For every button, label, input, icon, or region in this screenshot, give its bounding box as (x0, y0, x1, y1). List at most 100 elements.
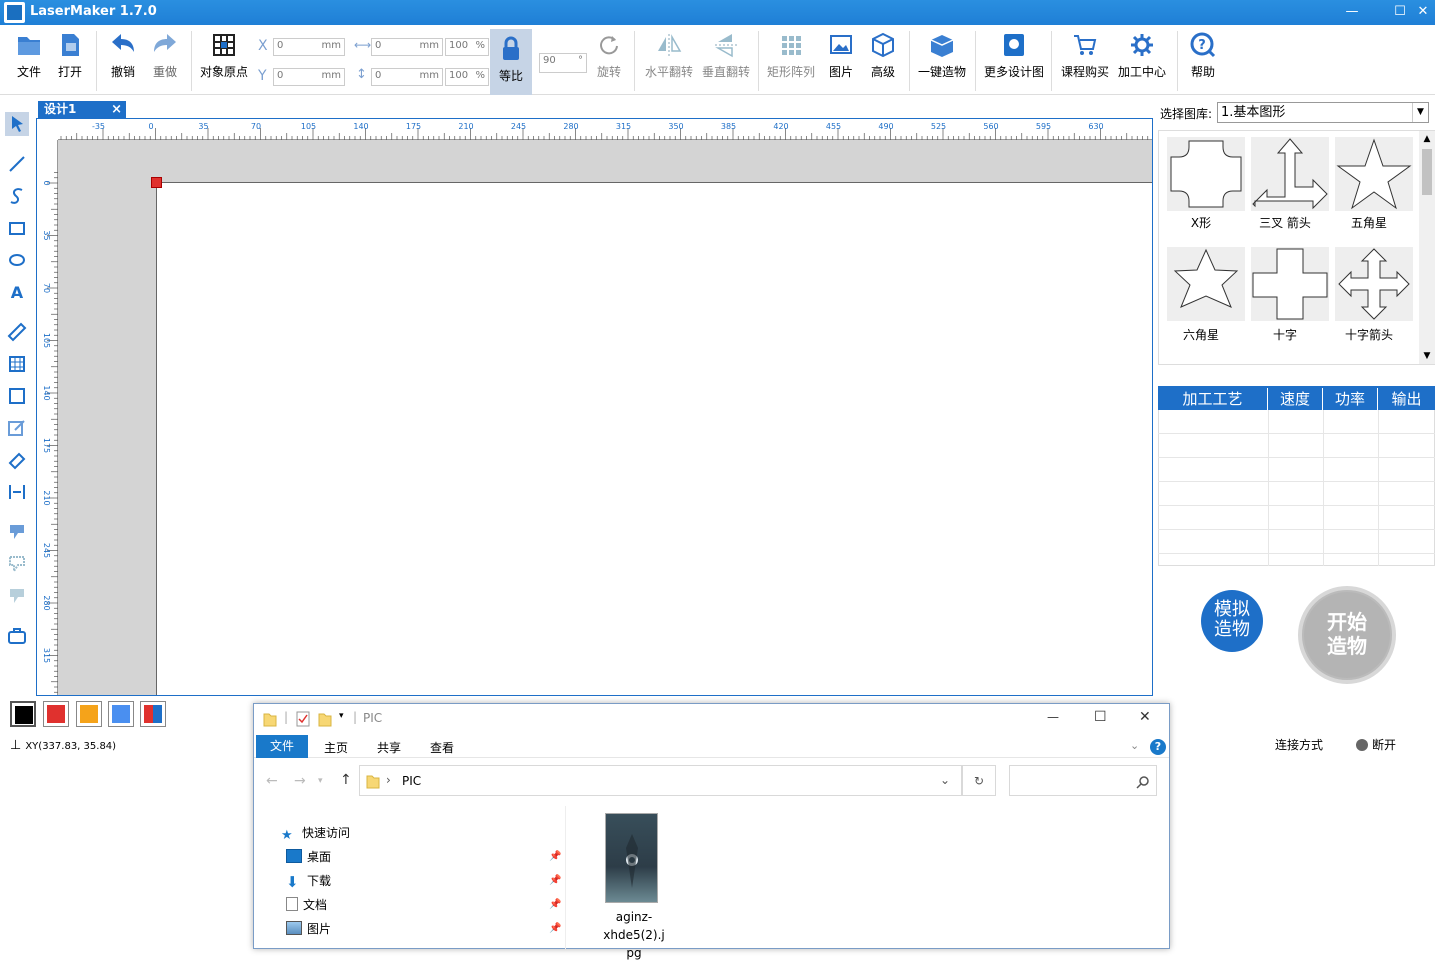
rectangle-tool[interactable] (5, 216, 29, 240)
measure-tool[interactable] (5, 320, 29, 344)
shape-cross[interactable] (1251, 247, 1329, 321)
color-swatch-orange[interactable] (76, 701, 102, 727)
file-name[interactable]: aginz-xhde5(2).j pg (585, 908, 683, 962)
explorer-close-button[interactable]: ✕ (1139, 709, 1151, 725)
color-swatch-multi[interactable] (140, 701, 166, 727)
maximize-button[interactable]: ☐ (1390, 3, 1410, 21)
object-origin-button[interactable]: 对象原点 (196, 31, 252, 89)
up-icon[interactable]: ↑ (340, 772, 352, 788)
quick-access-dropdown-icon[interactable]: ▾ (339, 711, 344, 721)
nav-item-pictures[interactable]: 图片 (286, 920, 331, 937)
connection-mode[interactable]: 连接方式 (1275, 736, 1323, 753)
scroll-thumb[interactable] (1422, 149, 1432, 195)
table-row[interactable] (1158, 530, 1435, 554)
scroll-up-icon[interactable]: ▲ (1419, 131, 1435, 147)
text-tool[interactable]: A (5, 280, 29, 304)
edit-tool[interactable] (5, 416, 29, 440)
horizontal-flip-button[interactable]: 水平翻转 (641, 31, 697, 89)
shape-x[interactable] (1167, 137, 1245, 211)
width-input[interactable]: 0 mm (371, 38, 443, 56)
undo-button[interactable]: 撤销 (104, 31, 142, 89)
height-percent-input[interactable]: 100% (445, 68, 489, 86)
help-button[interactable]: ? 帮助 (1183, 31, 1223, 89)
explorer-maximize-button[interactable]: ☐ (1094, 709, 1107, 725)
more-designs-button[interactable]: 更多设计图 (980, 31, 1048, 89)
pin-icon[interactable]: 📌 (549, 875, 561, 886)
advanced-button[interactable]: 高级 (864, 31, 902, 89)
nav-item-documents[interactable]: 文档 (286, 896, 327, 913)
start-button[interactable]: 开始 造物 (1298, 586, 1396, 684)
pin-icon[interactable]: 📌 (549, 851, 561, 862)
design-canvas[interactable] (156, 182, 1152, 695)
ribbon-tab-view[interactable]: 查看 (430, 739, 454, 756)
tab-design1[interactable]: 设计1 × (38, 101, 126, 119)
lock-ratio-button[interactable]: 等比 (490, 29, 532, 95)
table-row[interactable] (1158, 458, 1435, 482)
oneclick-make-button[interactable]: 一键造物 (914, 31, 970, 89)
x-position-input[interactable]: 0 mm (273, 38, 345, 56)
redo-button[interactable]: 重做 (146, 31, 184, 89)
table-row[interactable] (1158, 434, 1435, 458)
rect-array-button[interactable]: 矩形阵列 (764, 31, 818, 89)
tab-close-icon[interactable]: × (111, 101, 122, 118)
ribbon-tab-home[interactable]: 主页 (324, 739, 348, 756)
ribbon-tab-share[interactable]: 共享 (377, 739, 401, 756)
table-tool[interactable] (5, 352, 29, 376)
nav-item-quick-access[interactable]: ★ 快速访问 (281, 824, 350, 843)
trim-tool[interactable] (5, 552, 29, 576)
address-bar[interactable]: › PIC ⌄ (359, 765, 962, 796)
ribbon-tab-file[interactable]: 文件 (256, 735, 308, 758)
back-icon[interactable]: ← (266, 773, 278, 789)
color-swatch-red[interactable] (43, 701, 69, 727)
nav-item-downloads[interactable]: ⬇ 下载 (286, 872, 331, 890)
file-button[interactable]: 文件 (10, 31, 48, 89)
color-swatch-blue[interactable] (108, 701, 134, 727)
minimize-button[interactable]: — (1342, 3, 1362, 21)
shape-trident-arrow[interactable] (1251, 137, 1329, 211)
align-tool[interactable] (5, 480, 29, 504)
processing-center-button[interactable]: 加工中心 (1114, 31, 1170, 89)
rotate-button[interactable]: 旋转 (592, 31, 626, 89)
recent-dropdown-icon[interactable]: ▾ (318, 776, 323, 786)
breadcrumb[interactable]: PIC (402, 774, 421, 788)
ribbon-expand-icon[interactable]: ⌄ (1130, 739, 1139, 752)
vertical-flip-button[interactable]: 垂直翻转 (698, 31, 754, 89)
line-tool[interactable] (5, 152, 29, 176)
table-row[interactable] (1158, 506, 1435, 530)
select-tool[interactable] (5, 112, 29, 136)
ellipse-tool[interactable] (5, 248, 29, 272)
image-button[interactable]: 图片 (824, 31, 858, 89)
explorer-minimize-button[interactable]: — (1047, 710, 1059, 724)
curve-tool[interactable] (5, 184, 29, 208)
library-scrollbar[interactable]: ▲ ▼ (1419, 131, 1435, 364)
intersect-tool[interactable] (5, 584, 29, 608)
eraser-tool[interactable] (5, 448, 29, 472)
address-dropdown-icon[interactable]: ⌄ (940, 773, 950, 787)
table-row[interactable] (1158, 410, 1435, 434)
color-swatch-black[interactable] (10, 701, 36, 727)
open-button[interactable]: 打开 (52, 31, 88, 89)
simulate-button[interactable]: 模拟 造物 (1201, 590, 1263, 652)
pin-icon[interactable]: 📌 (549, 899, 561, 910)
scroll-down-icon[interactable]: ▼ (1419, 348, 1435, 364)
shape-cross-arrow[interactable] (1335, 247, 1413, 321)
weld-tool[interactable] (5, 520, 29, 544)
nav-item-desktop[interactable]: 桌面 (286, 848, 331, 865)
search-input[interactable] (1009, 765, 1157, 796)
origin-marker[interactable] (151, 177, 162, 188)
shape-six-star[interactable] (1167, 247, 1245, 321)
refresh-button[interactable]: ↻ (962, 765, 996, 796)
forward-icon[interactable]: → (294, 773, 306, 789)
table-row[interactable] (1158, 482, 1435, 506)
help-icon[interactable]: ? (1150, 739, 1166, 755)
width-percent-input[interactable]: 100% (445, 38, 489, 56)
close-button[interactable]: ✕ (1413, 3, 1433, 21)
frame-tool[interactable] (5, 384, 29, 408)
library-select[interactable]: 1.基本图形 ▼ (1217, 102, 1429, 123)
shape-five-star[interactable] (1335, 137, 1413, 211)
file-thumbnail[interactable] (605, 813, 658, 903)
pin-icon[interactable]: 📌 (549, 923, 561, 934)
angle-input[interactable]: 90 ° (539, 53, 587, 73)
height-input[interactable]: 0 mm (371, 68, 443, 86)
toolbox-tool[interactable] (5, 624, 29, 648)
